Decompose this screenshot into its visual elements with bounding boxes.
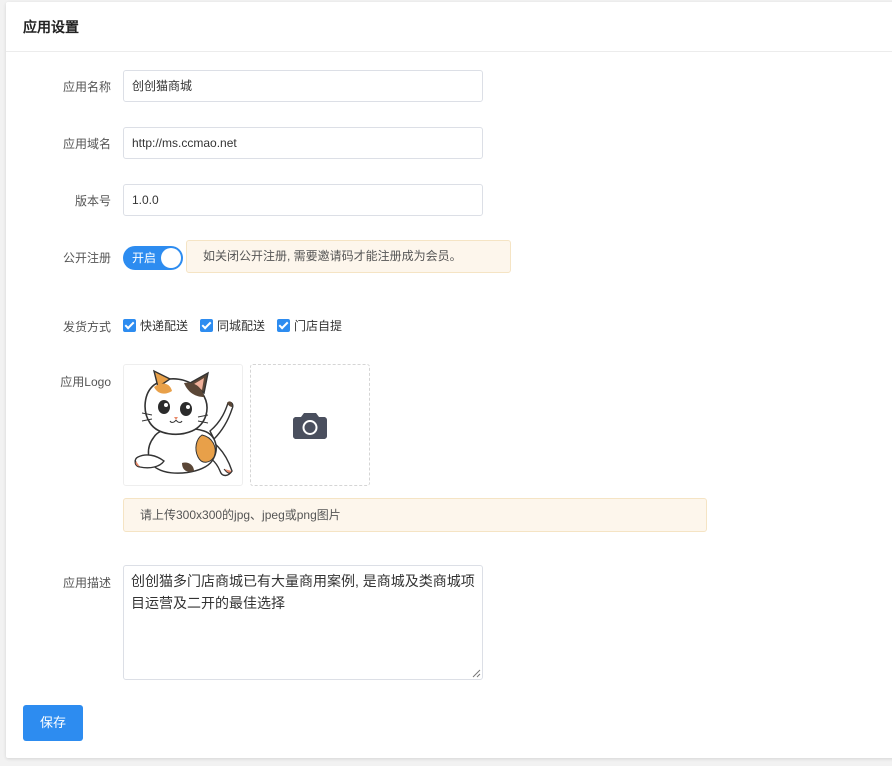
delivery-option-label: 快递配送 [140,318,189,333]
public-register-switch[interactable]: 开启 [123,246,183,270]
delivery-option-pickup[interactable]: 门店自提 [277,317,342,334]
public-register-label: 公开注册 [62,251,111,265]
public-register-row: 公开注册 开启 如关闭公开注册, 需要邀请码才能注册成为会员。 [6,240,886,274]
app-domain-row: 应用域名 http://ms.ccmao.net [6,127,886,159]
checkbox-checked-icon[interactable] [123,318,136,332]
delivery-option-express[interactable]: 快递配送 [123,317,188,334]
version-label: 版本号 [74,194,111,208]
delivery-label: 发货方式 [62,320,111,334]
app-domain-label: 应用域名 [62,137,111,151]
app-name-input[interactable]: 创创猫商城 [123,70,483,102]
switch-label: 开启 [132,251,157,265]
public-register-tip: 如关闭公开注册, 需要邀请码才能注册成为会员。 [186,240,511,273]
logo-preview[interactable] [123,364,243,486]
logo-row: 应用Logo 请上传300x300的jpg、jpeg或png图片 [6,364,886,534]
logo-label: 应用Logo [60,375,111,389]
logo-tip: 请上传300x300的jpg、jpeg或png图片 [123,498,707,532]
description-textarea[interactable]: 创创猫多门店商城已有大量商用案例, 是商城及类商城项目运营及二开的最佳选择 [123,565,483,680]
description-label: 应用描述 [62,576,111,590]
switch-knob [161,248,181,268]
version-row: 版本号 1.0.0 [6,184,886,216]
app-name-label: 应用名称 [62,80,111,94]
cat-logo-icon [134,369,234,477]
checkbox-checked-icon[interactable] [277,318,291,332]
logo-upload-button[interactable] [250,364,370,486]
app-domain-input[interactable]: http://ms.ccmao.net [123,127,483,159]
delivery-options: 快递配送 同城配送 门店自提 [123,316,354,334]
settings-card: 应用设置 应用名称 创创猫商城 应用域名 http://ms.ccmao.net… [6,2,892,758]
app-name-row: 应用名称 创创猫商城 [6,70,886,102]
description-text: 创创猫多门店商城已有大量商用案例, 是商城及类商城项目运营及二开的最佳选择 [131,573,475,611]
camera-icon [293,413,327,439]
page-title: 应用设置 [6,2,892,52]
delivery-option-local[interactable]: 同城配送 [200,317,265,334]
checkbox-checked-icon[interactable] [200,318,214,332]
delivery-option-label: 门店自提 [294,318,343,333]
version-input[interactable]: 1.0.0 [123,184,483,216]
delivery-row: 发货方式 快递配送 同城配送 门店自提 [6,316,886,334]
save-button[interactable]: 保存 [23,705,83,741]
description-row: 应用描述 创创猫多门店商城已有大量商用案例, 是商城及类商城项目运营及二开的最佳… [6,565,886,681]
resize-grip-icon[interactable] [471,668,481,678]
delivery-option-label: 同城配送 [217,318,266,333]
